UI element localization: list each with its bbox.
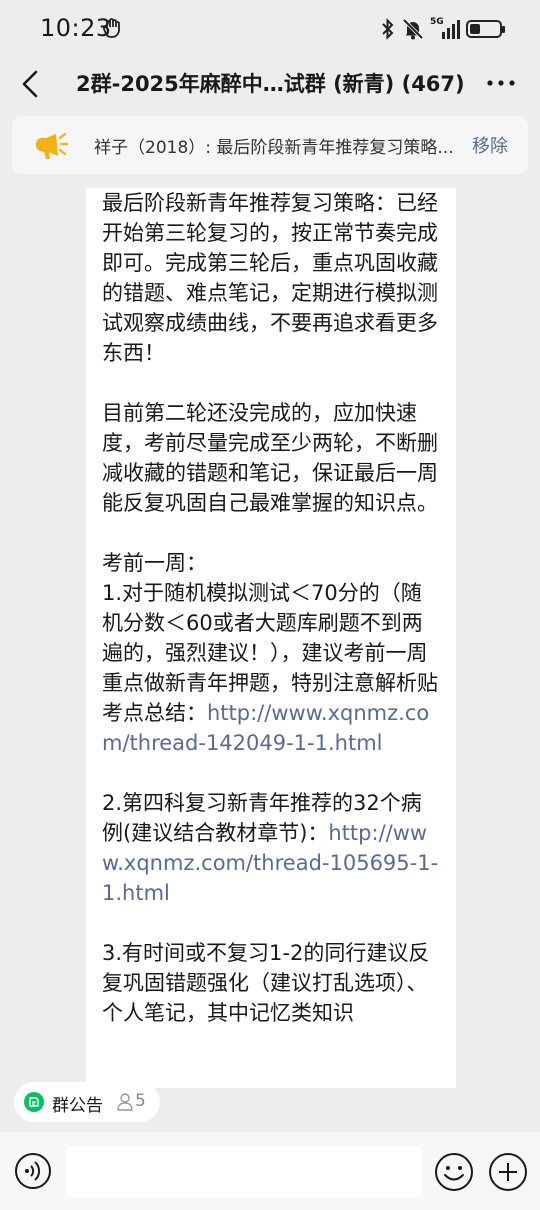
status-icons: 5G xyxy=(380,16,505,42)
input-bar xyxy=(0,1132,540,1210)
battery-fill xyxy=(470,24,480,34)
signal-icon: 5G xyxy=(430,17,460,40)
member-icon xyxy=(117,1093,133,1111)
paragraph-text: 3.有时间或不复习1-2的同行建议反复巩固错题强化（建议打乱选项）、个人笔记，其… xyxy=(102,941,430,1025)
pinned-message-bar[interactable]: 祥子（2018）: 最后阶段新青年推荐复习策略... 移除 xyxy=(12,116,528,174)
battery-icon xyxy=(466,20,505,38)
message-bubble: 最后阶段新青年推荐复习策略：已经开始第三轮复习的，按正常节奏完成即可。完成第三轮… xyxy=(86,188,456,1088)
horn-icon xyxy=(36,132,68,159)
plus-icon[interactable] xyxy=(488,1152,528,1192)
chat-title: 2群-2025年麻醉中…试群 (新青) (467) xyxy=(76,72,465,96)
remove-pin-button[interactable]: 移除 xyxy=(472,132,508,158)
more-dots-icon[interactable] xyxy=(484,68,518,98)
group-notice-label: 群公告 xyxy=(52,1096,103,1116)
message-paragraph: 考前一周： 1.对于随机模拟测试＜70分的（随机分数＜60或者大题库刷题不到两遍… xyxy=(102,548,440,758)
voice-icon[interactable] xyxy=(14,1152,52,1190)
paragraph-text: 最后阶段新青年推荐复习策略：已经开始第三轮复习的，按正常节奏完成即可。完成第三轮… xyxy=(102,191,438,365)
bluetooth-icon xyxy=(382,18,394,40)
pinned-message-text: 祥子（2018）: 最后阶段新青年推荐复习策略... xyxy=(94,138,454,158)
member-count: 5 xyxy=(135,1091,146,1111)
notice-icon xyxy=(24,1092,44,1112)
paragraph-text: 目前第二轮还没完成的，应加快速度，考前尽量完成至少两轮，不断删减收藏的错题和笔记… xyxy=(102,401,438,515)
hand-icon xyxy=(103,18,120,38)
back-arrow-icon[interactable] xyxy=(14,64,50,104)
message-paragraph: 目前第二轮还没完成的，应加快速度，考前尽量完成至少两轮，不断删减收藏的错题和笔记… xyxy=(102,398,440,518)
bell-mute-icon xyxy=(402,18,424,40)
group-notice-button[interactable]: 群公告 5 xyxy=(14,1082,160,1122)
status-bar: 10:23 5G xyxy=(0,0,540,58)
message-paragraph: 最后阶段新青年推荐复习策略：已经开始第三轮复习的，按正常节奏完成即可。完成第三轮… xyxy=(102,188,440,368)
paragraph-text: 考前一周： 1.对于随机模拟测试＜70分的（随机分数＜60或者大题库刷题不到两遍… xyxy=(102,551,438,725)
message-input[interactable] xyxy=(66,1146,422,1198)
emoji-icon[interactable] xyxy=(434,1152,474,1192)
title-bar: 2群-2025年麻醉中…试群 (新青) (467) xyxy=(0,58,540,110)
message-paragraph: 3.有时间或不复习1-2的同行建议反复巩固错题强化（建议打乱选项）、个人笔记，其… xyxy=(102,938,440,1028)
message-paragraph: 2.第四科复习新青年推荐的32个病例(建议结合教材章节)：http://www.… xyxy=(102,788,440,908)
